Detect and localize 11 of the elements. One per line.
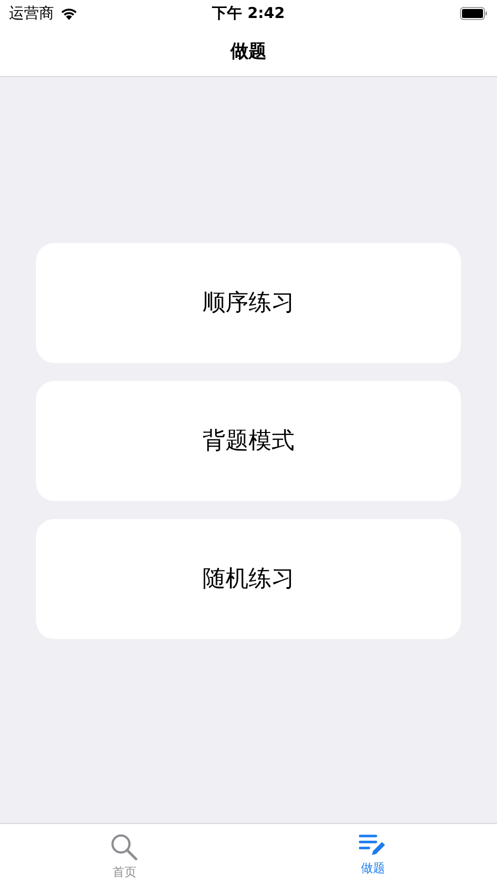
search-icon xyxy=(110,833,138,861)
carrier-name: 运营商 xyxy=(9,2,54,24)
wifi-icon xyxy=(60,6,78,20)
nav-title: 做题 xyxy=(230,40,266,64)
battery-icon xyxy=(460,6,488,20)
tab-item[interactable]: 做题 xyxy=(248,824,497,883)
option-card[interactable]: 背题模式 xyxy=(36,381,461,501)
status-time: 下午 2:42 xyxy=(212,2,285,24)
option-card[interactable]: 顺序练习 xyxy=(36,243,461,363)
option-card[interactable]: 随机练习 xyxy=(36,519,461,639)
list-pencil-icon xyxy=(358,833,387,857)
